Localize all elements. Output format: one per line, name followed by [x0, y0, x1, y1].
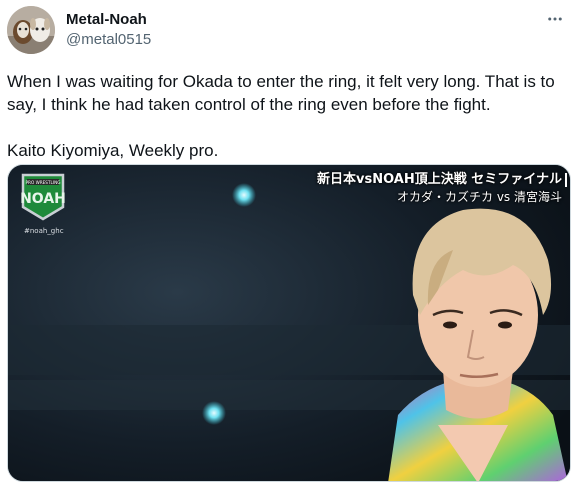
- hashtag-watermark: #noah_ghc: [24, 227, 64, 235]
- avatar[interactable]: [7, 6, 55, 54]
- more-options-button[interactable]: [544, 8, 566, 30]
- author-info: Metal-Noah @metal0515: [66, 10, 151, 50]
- caption-match: オカダ・カズチカ vs 清宮海斗: [397, 190, 562, 204]
- tweet-media-image[interactable]: PRO WRESTLING NOAH #noah_ghc 新日本vsNOAH頂上…: [7, 164, 571, 482]
- tweet-card[interactable]: Metal-Noah @metal0515 When I was waiting…: [0, 0, 576, 489]
- wrestler-photo: [8, 165, 570, 481]
- two-dogs-avatar-image: [7, 6, 55, 54]
- caption-divider: [565, 173, 567, 187]
- tweet-text: When I was waiting for Okada to enter th…: [7, 72, 555, 160]
- noah-logo: PRO WRESTLING NOAH: [17, 171, 69, 223]
- broadcast-caption: 新日本vsNOAH頂上決戦 セミファイナル オカダ・カズチカ vs 清宮海斗: [317, 171, 562, 206]
- caption-event-title: 新日本vsNOAH頂上決戦 セミファイナル: [316, 172, 562, 187]
- logo-text: NOAH: [20, 191, 66, 207]
- display-name[interactable]: Metal-Noah: [66, 10, 151, 30]
- logo-subtext: PRO WRESTLING: [26, 180, 61, 185]
- more-dots-icon: [548, 17, 562, 21]
- user-handle[interactable]: @metal0515: [66, 30, 151, 50]
